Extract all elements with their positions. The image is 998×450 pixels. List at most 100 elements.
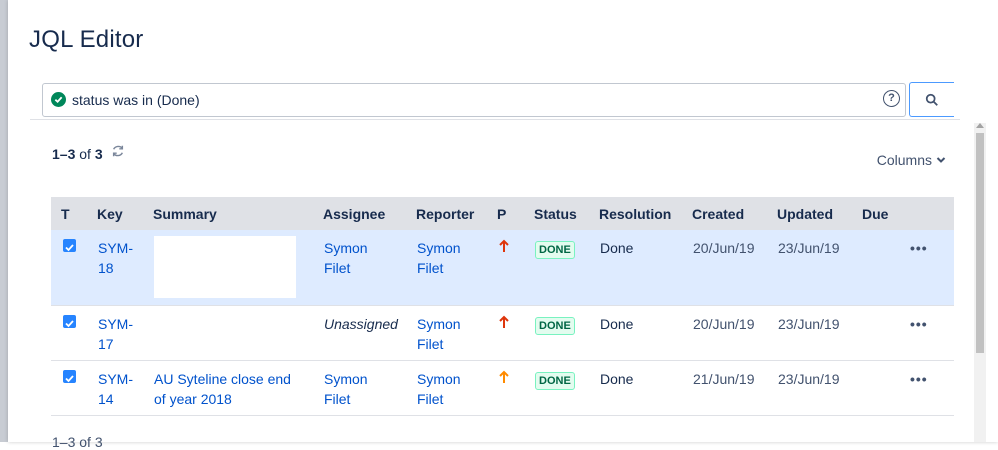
issue-created: 20/Jun/19 [693, 315, 755, 332]
issue-updated: 23/Jun/19 [778, 370, 840, 387]
reporter-last[interactable]: Filet [417, 391, 443, 407]
assignee-first[interactable]: Symon [324, 371, 368, 387]
reporter-last[interactable]: Filet [417, 336, 443, 352]
issue-key[interactable]: SYM- 14 [97, 360, 153, 415]
columns-label: Columns [876, 152, 932, 168]
issue-key-prefix[interactable]: SYM- [98, 316, 133, 332]
issue-priority [497, 360, 534, 415]
table-row[interactable]: SYM- 18 Symon Filet Symon Filet DONE Done 2… [51, 230, 954, 305]
scroll-thumb[interactable] [976, 133, 984, 353]
column-header-summary[interactable]: Summary [153, 197, 323, 230]
issue-assignee[interactable]: Unassigned [323, 305, 416, 360]
results-range: 1–3 [52, 146, 76, 162]
issue-status: DONE [534, 305, 599, 360]
scroll-up-arrow-icon[interactable] [976, 123, 984, 128]
issue-reporter[interactable]: Symon Filet [416, 360, 497, 415]
issue-summary[interactable] [153, 305, 323, 360]
results-total: 3 [94, 146, 103, 162]
issue-assignee[interactable]: Symon Filet [323, 360, 416, 415]
issue-type-checkbox-icon[interactable] [63, 314, 76, 328]
valid-query-check-icon [51, 92, 66, 107]
issue-resolution: Done [600, 240, 634, 256]
table-row[interactable]: SYM- 14 AU Syteline close end of year 2018… [51, 360, 954, 415]
jql-query-input[interactable]: status was in (Done) ? [42, 83, 906, 117]
column-header-due[interactable]: Due [862, 197, 909, 230]
summary-line-2[interactable]: of year 2018 [154, 391, 232, 407]
dialog-title: JQL Editor [29, 26, 144, 53]
issue-due [862, 230, 909, 305]
issue-updated: 23/Jun/19 [778, 315, 840, 332]
issue-key-number[interactable]: 14 [98, 391, 114, 407]
column-header-key[interactable]: Key [97, 197, 153, 230]
issue-due [862, 305, 909, 360]
scrollbar[interactable] [974, 123, 986, 442]
results-of-label: of [79, 146, 91, 162]
status-badge: DONE [535, 371, 575, 390]
issue-due [862, 360, 909, 415]
issue-key[interactable]: SYM- 17 [97, 305, 153, 360]
row-actions-more-icon[interactable]: ••• [909, 230, 954, 305]
results-count: 1–3 of 3 [52, 146, 103, 162]
reporter-first[interactable]: Symon [417, 371, 461, 387]
issue-key-number[interactable]: 17 [98, 336, 114, 352]
search-icon [925, 93, 938, 106]
columns-button[interactable]: Columns [877, 152, 946, 168]
row-actions-more-icon[interactable]: ••• [909, 305, 954, 360]
column-header-created[interactable]: Created [692, 197, 777, 230]
row-actions-more-icon[interactable]: ••• [909, 360, 954, 415]
reporter-first[interactable]: Symon [417, 316, 461, 332]
issue-type-checkbox-icon[interactable] [63, 369, 76, 383]
issue-reporter[interactable]: Symon Filet [416, 230, 497, 305]
issue-table: T Key Summary Assignee Reporter P Status… [51, 197, 954, 416]
issue-key-prefix[interactable]: SYM- [98, 240, 133, 256]
column-header-t[interactable]: T [51, 197, 97, 230]
redacted-summary [154, 236, 296, 298]
priority-high-arrow-icon [499, 315, 509, 328]
issue-status: DONE [534, 360, 599, 415]
divider [30, 119, 960, 120]
issue-priority [497, 230, 534, 305]
column-header-assignee[interactable]: Assignee [323, 197, 416, 230]
jql-editor-dialog: JQL Editor status was in (Done) ? 1–3 of… [8, 0, 998, 450]
issue-resolution: Done [600, 315, 634, 332]
issue-type-checkbox-icon[interactable] [63, 239, 76, 252]
issue-key-number[interactable]: 18 [98, 260, 114, 276]
jql-search-row: status was in (Done) ? [30, 80, 960, 118]
issue-priority [497, 305, 534, 360]
chevron-down-icon [936, 157, 946, 163]
priority-medium-arrow-icon [499, 370, 509, 383]
column-header-reporter[interactable]: Reporter [416, 197, 497, 230]
search-button[interactable] [909, 82, 954, 117]
issue-status: DONE [534, 230, 599, 305]
issue-resolution: Done [600, 370, 634, 387]
assignee-last[interactable]: Filet [324, 391, 350, 407]
jql-query-text[interactable]: status was in (Done) [72, 92, 200, 108]
refresh-icon[interactable] [111, 144, 125, 158]
column-header-status[interactable]: Status [534, 197, 599, 230]
help-icon[interactable]: ? [883, 90, 900, 107]
reporter-last[interactable]: Filet [417, 260, 443, 276]
status-badge: DONE [535, 241, 575, 259]
issue-reporter[interactable]: Symon Filet [416, 305, 497, 360]
priority-high-arrow-icon [499, 239, 509, 252]
table-header-row: T Key Summary Assignee Reporter P Status… [51, 197, 954, 230]
issue-summary[interactable]: AU Syteline close end of year 2018 [153, 360, 323, 415]
assignee-last[interactable]: Filet [324, 260, 350, 276]
issue-summary[interactable] [153, 230, 323, 305]
table-row[interactable]: SYM- 17 Unassigned Symon Filet DONE Done 2… [51, 305, 954, 360]
assignee-first[interactable]: Symon [324, 240, 368, 256]
issue-assignee[interactable]: Symon Filet [323, 230, 416, 305]
issue-created: 20/Jun/19 [693, 240, 755, 256]
issue-key-prefix[interactable]: SYM- [98, 371, 133, 387]
reporter-first[interactable]: Symon [417, 240, 461, 256]
issue-key[interactable]: SYM- 18 [97, 230, 153, 305]
footer-results-count: 1–3 of 3 [52, 434, 103, 450]
summary-line-1[interactable]: AU Syteline close end [154, 371, 291, 387]
column-header-actions [909, 197, 954, 230]
issue-created: 21/Jun/19 [693, 370, 755, 387]
column-header-priority[interactable]: P [497, 197, 534, 230]
column-header-updated[interactable]: Updated [777, 197, 862, 230]
status-badge: DONE [535, 316, 575, 335]
column-header-resolution[interactable]: Resolution [599, 197, 692, 230]
issue-updated: 23/Jun/19 [778, 240, 840, 256]
